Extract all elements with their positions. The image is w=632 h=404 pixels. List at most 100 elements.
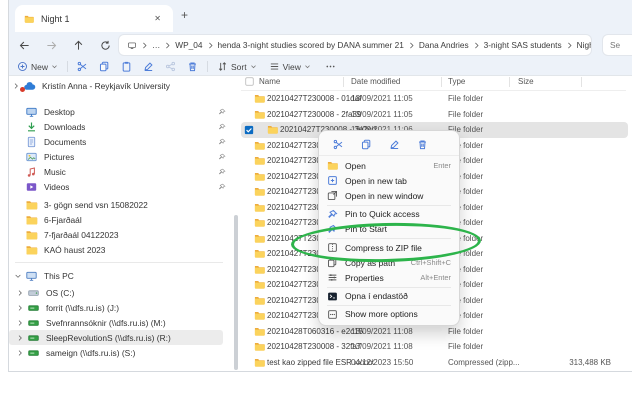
column-header-date[interactable]: Date modified [351,77,400,86]
delete-icon[interactable] [417,139,428,150]
menu-item-opna-endast-[interactable]: Opna í endastöð [319,289,459,304]
paste-icon[interactable] [121,61,132,72]
dl-icon [25,121,38,133]
chevron-right-icon [163,41,172,50]
pin-icon [218,138,226,146]
sidebar-item-drive[interactable]: OS (C:) [9,285,233,300]
screenshot-canvas: Night 1 ✕ + … WP_04 henda 3-night studies … [0,0,632,404]
menu-item-open[interactable]: OpenEnter [319,158,459,173]
folder-icon [253,217,266,228]
refresh-icon[interactable] [100,40,111,51]
share-icon[interactable] [165,61,176,72]
file-date: 13/09/2021 11:05 [351,94,413,103]
sidebar-item-drive[interactable]: SleepRevolutionS (\\dfs.ru.is) (R:) [9,330,223,345]
folder-icon [253,310,266,321]
sidebar-scrollbar[interactable] [234,215,238,370]
menu-item-copy-as-path[interactable]: Copy as pathCtrl+Shift+C [319,255,459,270]
sidebar-item-folder[interactable]: 7-fjarðaál 04122023 [9,227,233,242]
sidebar-item-drive[interactable]: Svefnrannsóknir (\\dfs.ru.is) (M:) [9,315,233,330]
sidebar-item-documents[interactable]: Documents [9,134,233,149]
sync-error-badge [20,87,25,92]
sidebar-item-onedrive[interactable]: Kristín Anna - Reykjavík University [9,78,233,93]
select-all-checkbox[interactable] [245,77,254,86]
sidebar-item-folder[interactable]: KAÓ haust 2023 [9,242,233,257]
rename-icon[interactable] [389,139,400,150]
sidebar-item-drive[interactable]: sameign (\\dfs.ru.is) (S:) [9,345,233,360]
explorer-window: Night 1 ✕ + … WP_04 henda 3-night studies … [8,0,632,372]
breadcrumb-item[interactable]: … [150,40,162,50]
table-row[interactable]: 20210427T230008 - 01daf 13/09/2021 11:05… [241,91,632,107]
breadcrumb-item[interactable]: WP_04 [173,40,204,50]
table-row[interactable]: 20210427T230008 - 2fa39 13/09/2021 11:05… [241,107,632,123]
copy-icon[interactable] [99,61,110,72]
copy-icon[interactable] [361,139,372,150]
row-checkbox-checked[interactable] [244,125,254,135]
menu-item-compress-to-zip-file[interactable]: Compress to ZIP file [319,240,459,255]
new-button[interactable]: New [17,61,58,72]
rename-icon[interactable] [143,61,154,72]
pin-icon [218,183,226,191]
up-icon[interactable] [73,40,84,51]
sidebar-item-this-pc[interactable]: This PC [9,268,233,283]
back-icon[interactable] [19,40,30,51]
search-input[interactable]: Se [603,35,632,55]
view-label: View [283,62,301,72]
sidebar-item-drive[interactable]: forrit (\\dfs.ru.is) (J:) [9,300,233,315]
menu-item-open-in-new-tab[interactable]: Open in new tab [319,173,459,188]
sidebar-item-music[interactable]: Music [9,164,233,179]
pin-icon [218,153,226,161]
view-button[interactable]: View [269,61,311,72]
column-header-size[interactable]: Size [518,77,534,86]
sort-button[interactable]: Sort [217,61,257,72]
network-drive-icon [27,317,40,329]
breadcrumb-item[interactable]: 3-night SAS students [482,40,564,50]
folder-icon [253,341,266,352]
newWin-icon [327,190,338,201]
sidebar-item-folder[interactable]: 6-Fjarðaál [9,212,233,227]
breadcrumb-item[interactable]: henda 3-night studies scored by DANA sum… [216,40,406,50]
sidebar-item-folder[interactable]: 3- gögn send vsn 15082022 [9,197,233,212]
more-icon [327,309,338,320]
file-name: 20210427T230008 - 01daf [267,94,361,103]
chevron-right-icon [407,41,416,50]
table-row[interactable]: 20210428T230008 - 32fa7 13/09/2021 11:08… [241,339,632,355]
pin-icon [218,123,226,131]
sidebar-item-downloads[interactable]: Downloads [9,119,233,134]
table-row[interactable]: test kao zipped file ESR xxxxx 04/12/202… [241,355,632,371]
tab-night-1[interactable]: Night 1 ✕ [15,5,173,32]
desk-icon [25,106,38,118]
delete-icon[interactable] [187,61,198,72]
breadcrumb[interactable]: … WP_04 henda 3-night studies scored by DA… [119,35,591,55]
more-options-button[interactable] [325,61,336,72]
cut-icon[interactable] [77,61,88,72]
menu-item-show-more-options[interactable]: Show more options [319,307,459,322]
chevron-down-icon [304,63,311,70]
menu-item-open-in-new-window[interactable]: Open in new window [319,188,459,203]
new-tab-button[interactable]: + [181,9,188,21]
folder-icon [253,264,266,275]
pc-icon [25,270,38,282]
vid-icon [25,181,38,193]
menu-item-pin-to-start[interactable]: Pin to Start [319,222,459,237]
pic-icon [25,151,38,163]
chevron-right-icon [16,319,24,327]
sidebar-item-pictures[interactable]: Pictures [9,149,233,164]
menu-item-pin-to-quick-access[interactable]: Pin to Quick access [319,207,459,222]
folder-icon [253,93,266,104]
menu-item-properties[interactable]: PropertiesAlt+Enter [319,270,459,285]
breadcrumb-item[interactable]: Night 1 [575,40,591,50]
file-date: 13/09/2021 11:08 [351,342,413,351]
column-header-name[interactable]: Name [259,77,280,86]
column-header-type[interactable]: Type [448,77,465,86]
cut-icon[interactable] [333,139,344,150]
context-menu: OpenEnter Open in new tab Open in new wi… [318,130,460,326]
folder-icon [253,233,266,244]
tab-close-icon[interactable]: ✕ [150,12,165,25]
network-drive-icon [27,347,40,359]
sidebar-item-desktop[interactable]: Desktop [9,104,233,119]
breadcrumb-item[interactable]: Dana Andries [417,40,471,50]
forward-icon[interactable] [46,40,57,51]
sidebar-item-videos[interactable]: Videos [9,179,233,194]
folder-icon [253,155,266,166]
chevron-right-icon [16,304,24,312]
